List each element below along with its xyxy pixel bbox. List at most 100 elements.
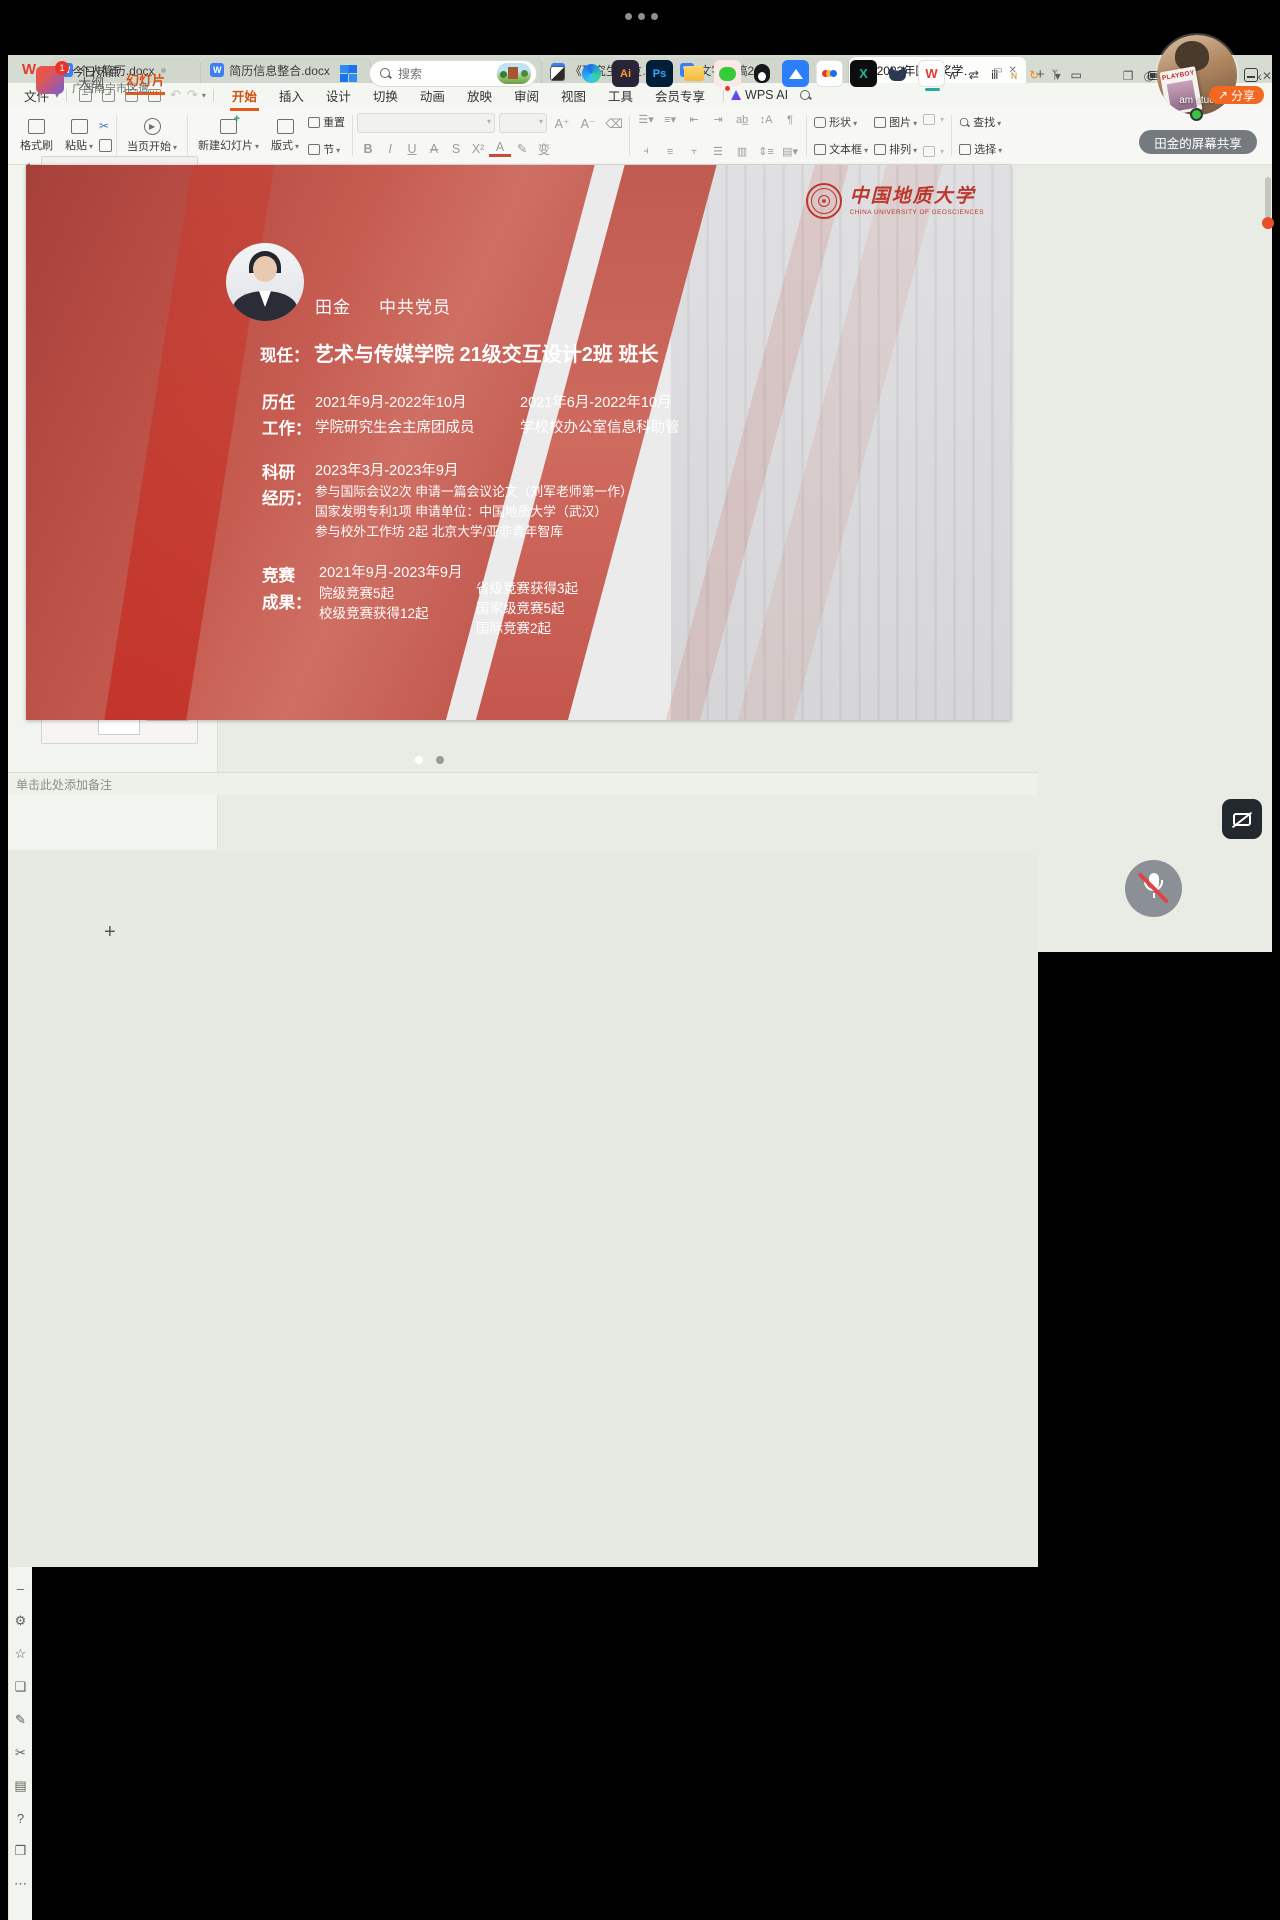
clear-format-icon[interactable]: ⌫ <box>603 116 625 131</box>
char-spacing-icon[interactable]: 变 <box>533 139 555 158</box>
shadow-icon[interactable]: S <box>445 142 467 156</box>
select-button[interactable]: 选择▾ <box>956 140 1005 158</box>
settings-sliders-icon[interactable]: ⇄ <box>969 68 979 82</box>
superscript-icon[interactable]: X² <box>467 142 489 156</box>
bold-icon[interactable]: B <box>357 142 379 156</box>
tab-home[interactable]: 开始 <box>230 84 259 107</box>
wechat-icon[interactable] <box>714 60 741 87</box>
favorites-star-icon[interactable]: ☆ <box>15 1646 27 1662</box>
section-button[interactable]: 节▾ <box>305 140 348 158</box>
skin-icon[interactable]: ❒ <box>15 1843 27 1859</box>
scrollbar-indicator[interactable] <box>1262 217 1274 229</box>
chevron-down-icon[interactable]: ▾ <box>202 91 206 100</box>
play-from-current-button[interactable]: ▶ 当页开始▾ <box>121 111 183 160</box>
arrange-button[interactable]: 排列▾ <box>871 140 920 158</box>
redo-icon[interactable]: ↷ <box>187 87 198 103</box>
strikethrough-icon[interactable]: A <box>423 142 445 156</box>
justify-icon[interactable]: ☰ <box>706 145 730 158</box>
notes-placeholder[interactable]: 单击此处添加备注 <box>16 776 112 793</box>
find-button[interactable]: 查找▾ <box>956 113 1005 131</box>
properties-icon[interactable]: ⚙ <box>15 1613 27 1629</box>
new-slide-button[interactable]: 新建幻灯片▾ <box>192 111 265 160</box>
increase-indent-icon[interactable]: ⇥ <box>706 113 730 126</box>
copy-icon[interactable] <box>99 139 112 152</box>
window-tray-icon[interactable]: ▭ <box>1070 68 1081 82</box>
help-icon[interactable]: ? <box>17 1811 24 1826</box>
collapse-panel-icon[interactable]: ‹ <box>1257 68 1262 84</box>
taskbar-news-widget[interactable]: 1 今日热点 广西南宁市区遭... <box>36 63 158 96</box>
scrollbar-thumb[interactable] <box>1265 177 1271 219</box>
mountain-app-icon[interactable] <box>782 60 809 87</box>
slide-editor[interactable]: 中国地质大学 CHINA UNIVERSITY OF GEOSCIENCES 田… <box>26 165 1011 720</box>
taskbar-search-box[interactable] <box>369 60 537 87</box>
picture-button[interactable]: 图片▾ <box>871 113 920 131</box>
notes-bar[interactable]: 单击此处添加备注 <box>8 772 1038 795</box>
highlight-color-icon[interactable]: ✎ <box>511 141 533 156</box>
x-app-icon[interactable]: X <box>850 60 877 87</box>
file-explorer-icon[interactable] <box>680 60 707 87</box>
undo-icon[interactable]: ↶ <box>170 87 181 103</box>
format-painter-button[interactable]: 格式刷 <box>14 111 59 160</box>
tab-insert[interactable]: 插入 <box>277 84 306 107</box>
cat-app-icon[interactable] <box>884 60 911 87</box>
hidden-icons-chevron[interactable]: ∧ <box>948 68 957 82</box>
line-spacing-icon[interactable]: ⇕≡ <box>754 145 778 158</box>
search-icon[interactable] <box>800 90 811 101</box>
paste-button[interactable]: 粘贴▾ <box>59 111 99 160</box>
illustrator-icon[interactable]: Ai <box>612 60 639 87</box>
microphone-muted-button[interactable] <box>1125 860 1182 917</box>
qq-icon[interactable] <box>748 60 775 87</box>
sync-icon[interactable]: ↻ <box>1029 68 1039 82</box>
window-control-dots[interactable] <box>622 7 661 25</box>
reset-button[interactable]: 重置 <box>305 113 348 131</box>
microphone-tray-icon[interactable]: ᛉ <box>1051 68 1058 82</box>
reference-book-icon[interactable]: ▤ <box>14 1778 26 1794</box>
increase-font-icon[interactable]: A⁺ <box>551 116 573 131</box>
task-view-button[interactable] <box>544 60 571 87</box>
wps-ai-button[interactable]: WPS AI <box>731 88 788 102</box>
underline-icon[interactable]: U <box>401 142 423 156</box>
distribute-icon[interactable]: ▥ <box>730 145 754 158</box>
bullets-icon[interactable]: ☰▾ <box>634 113 658 126</box>
shape-outline-button[interactable]: ▾ <box>920 145 947 158</box>
align-center-icon[interactable]: ≡ <box>658 146 682 158</box>
italic-icon[interactable]: I <box>379 142 401 156</box>
font-color-icon[interactable]: A <box>489 140 511 157</box>
font-family-select[interactable] <box>357 113 495 133</box>
add-slide-button[interactable]: + <box>104 921 116 944</box>
more-icon[interactable]: ⋯ <box>14 1876 27 1892</box>
shape-fill-button[interactable]: ▾ <box>920 113 947 126</box>
align-left-icon[interactable]: ⫞ <box>634 145 658 158</box>
numbering-icon[interactable]: ≡▾ <box>658 113 682 126</box>
decrease-font-icon[interactable]: A⁻ <box>577 116 599 131</box>
align-right-icon[interactable]: ⫟ <box>682 145 706 158</box>
tri-circle-app-icon[interactable] <box>816 60 843 87</box>
pagination-dot-active[interactable] <box>415 756 423 764</box>
paragraph-mark-icon[interactable]: ¶ <box>778 114 802 126</box>
search-input[interactable] <box>398 67 490 81</box>
collapse-sidebar-icon[interactable]: – <box>17 1581 24 1596</box>
slide-pagination-dots[interactable] <box>415 756 444 764</box>
cut-icon[interactable]: ✂ <box>99 119 112 133</box>
notification-center-icon[interactable] <box>1244 68 1258 82</box>
qq-tray-icon[interactable]: ɴ <box>1011 68 1018 82</box>
font-size-select[interactable] <box>499 113 547 133</box>
volume-mixer-icon[interactable]: ⅲ <box>991 68 999 82</box>
close-window-icon[interactable]: ✕ <box>1262 69 1272 83</box>
tools-icon[interactable]: ✂ <box>15 1745 26 1761</box>
edge-browser-icon[interactable] <box>578 60 605 87</box>
shapes-button[interactable]: 形状▾ <box>811 113 871 131</box>
design-brush-icon[interactable]: ✎ <box>15 1712 26 1728</box>
camera-collapse-button[interactable] <box>1222 799 1262 839</box>
pinyin-icon[interactable]: ab̲ <box>730 114 754 126</box>
start-button[interactable] <box>335 60 362 87</box>
layers-icon[interactable]: ❏ <box>15 1679 27 1695</box>
wps-app-icon[interactable]: W <box>918 60 945 87</box>
decrease-indent-icon[interactable]: ⇤ <box>682 113 706 126</box>
columns-icon[interactable]: ▤▾ <box>778 145 802 158</box>
text-direction-icon[interactable]: ↕A <box>754 114 778 126</box>
textbox-button[interactable]: 文本框▾ <box>811 140 871 158</box>
share-button[interactable]: ↗ 分享 <box>1209 86 1264 104</box>
photoshop-icon[interactable]: Ps <box>646 60 673 87</box>
pagination-dot[interactable] <box>436 756 444 764</box>
